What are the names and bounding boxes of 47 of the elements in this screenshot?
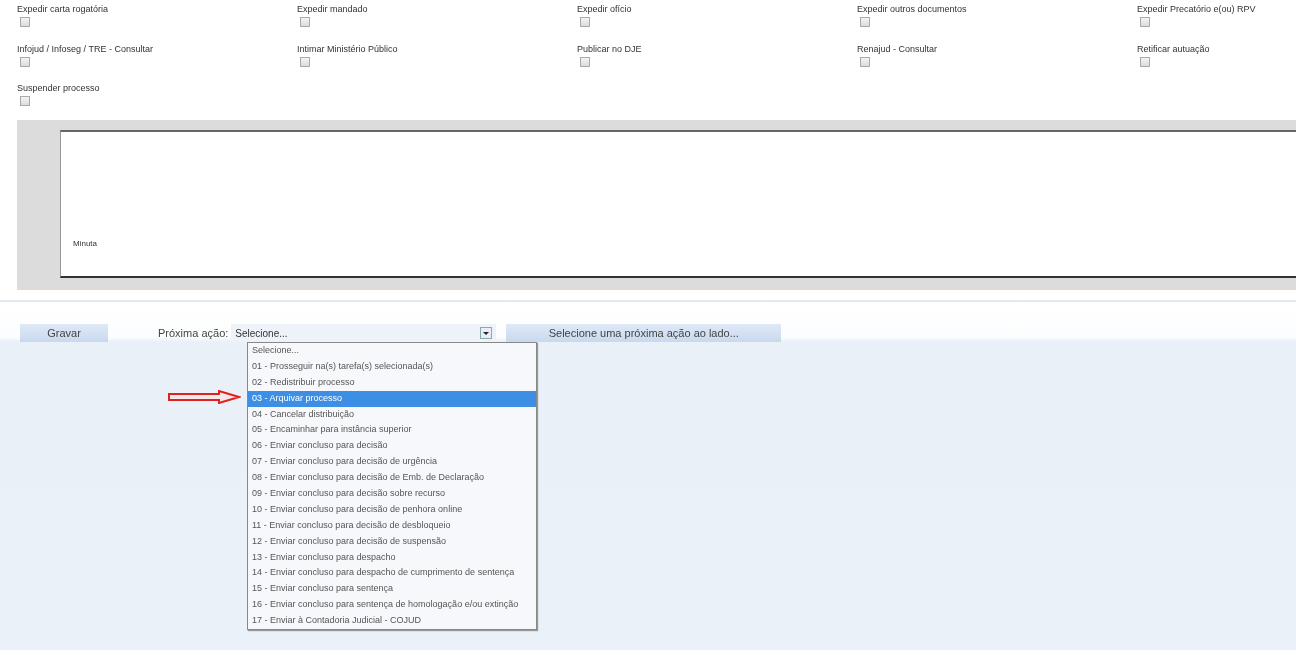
checkbox-label: Intimar Ministério Público	[297, 43, 398, 54]
dropdown-option[interactable]: 05 - Encaminhar para instância superior	[248, 422, 536, 439]
checkbox[interactable]	[860, 17, 870, 27]
checkbox[interactable]	[1140, 17, 1150, 27]
checkbox[interactable]	[300, 17, 310, 27]
checkbox[interactable]	[860, 56, 870, 67]
checkbox[interactable]	[580, 17, 590, 27]
checkbox-label: Renajud - Consultar	[857, 43, 938, 54]
dropdown-option[interactable]: 17 - Enviar à Contadoria Judicial - COJUD	[248, 613, 536, 630]
checkbox-label: Expedir Precatório e(ou) RPV	[1137, 4, 1256, 14]
dropdown-option[interactable]: 14 - Enviar concluso para despacho de cumprimento de sentença	[248, 565, 536, 582]
checkbox[interactable]	[580, 56, 590, 67]
checkbox-label: Suspender processo	[17, 83, 100, 94]
checkbox-label: Infojud / Infoseg / TRE - Consultar	[17, 43, 153, 54]
checkbox-label: Expedir carta rogatória	[17, 4, 109, 14]
dropdown-option[interactable]: 12 - Enviar concluso para decisão de suspensão	[248, 533, 536, 550]
editor-label: Minuta	[73, 239, 97, 248]
dropdown-option[interactable]: 15 - Enviar concluso para sentença	[248, 581, 536, 598]
dropdown-option[interactable]: 10 - Enviar concluso para decisão de penhora online	[248, 501, 536, 518]
dropdown-caret-icon	[480, 327, 493, 339]
checkbox[interactable]	[300, 56, 310, 67]
checkbox[interactable]	[20, 96, 30, 107]
checkbox-label: Publicar no DJE	[577, 43, 642, 54]
pointer-arrow-icon	[167, 390, 241, 404]
checkbox-label: Expedir mandado	[297, 4, 368, 14]
checkbox-label: Expedir outros documentos	[857, 4, 967, 14]
dropdown-option[interactable]: 01 - Prosseguir na(s) tarefa(s) selecionada(s)	[248, 358, 536, 375]
dropdown-option[interactable]: 08 - Enviar concluso para decisão de Emb. de Declaração	[248, 470, 536, 486]
dropdown-option[interactable]: 06 - Enviar concluso para decisão	[248, 438, 536, 455]
save-button[interactable]: Gravar	[20, 324, 108, 342]
dropdown-option[interactable]: 07 - Enviar concluso para decisão de urgência	[248, 454, 536, 471]
dropdown-option[interactable]: 02 - Redistribuir processo	[248, 374, 536, 391]
next-action-label: Próxima ação:	[158, 327, 229, 339]
checkbox-label: Retificar autuação	[1137, 43, 1210, 54]
dropdown-option[interactable]: Selecione...	[248, 343, 536, 359]
checkbox[interactable]	[20, 17, 30, 27]
dropdown-option[interactable]: 04 - Cancelar distribuição	[248, 406, 536, 423]
dropdown-option[interactable]: 16 - Enviar concluso para sentença de homologação e/ou extinção	[248, 597, 536, 614]
dropdown-option[interactable]: 11 - Enviar concluso para decisão de desbloqueio	[248, 517, 536, 534]
checkbox[interactable]	[1140, 56, 1150, 67]
next-action-select[interactable]: Selecione...	[231, 324, 497, 342]
dropdown-option[interactable]: 09 - Enviar concluso para decisão sobre recurso	[248, 486, 536, 502]
editor-area[interactable]: Minuta	[60, 130, 1296, 278]
checkbox-label: Expedir ofício	[577, 4, 632, 14]
dropdown-option[interactable]: 13 - Enviar concluso para despacho	[248, 549, 536, 566]
next-action-button[interactable]: Selecione uma próxima ação ao lado...	[506, 324, 782, 342]
checkbox[interactable]	[20, 56, 30, 67]
